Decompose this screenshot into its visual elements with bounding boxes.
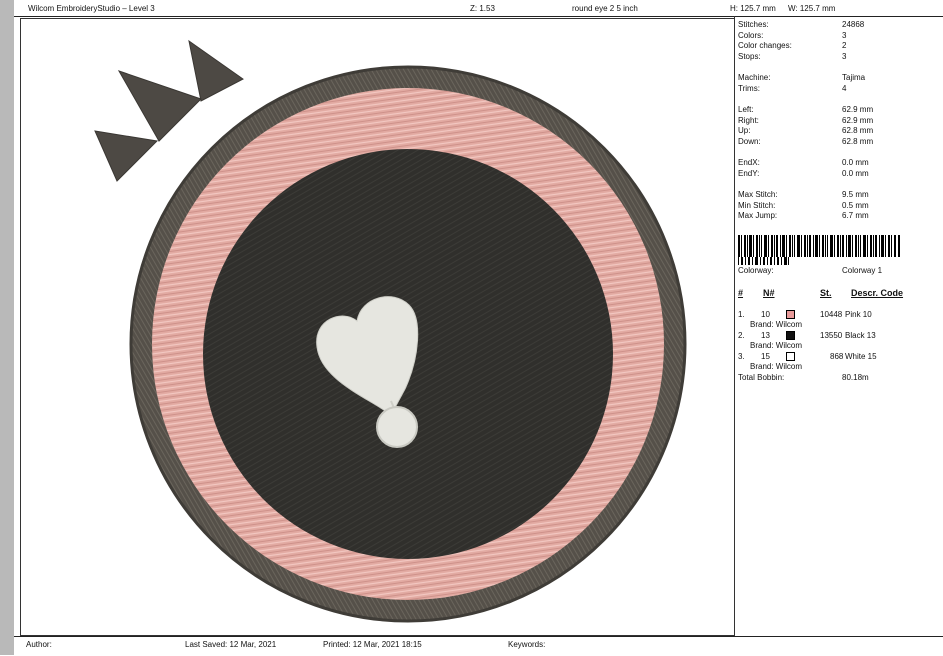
colorway-value: Colorway 1 (842, 266, 883, 275)
stat-row: Left: 62.9 mm (738, 105, 938, 116)
stat-value: 3 (842, 31, 847, 40)
stat-row: Color changes: 2 (738, 41, 938, 52)
color-index: 3. (738, 352, 745, 361)
colorway-label: Colorway: (738, 266, 774, 275)
stat-value: 62.9 mm (842, 105, 874, 114)
stat-label: Max Stitch: (738, 190, 778, 199)
color-row: 1. 10 10448 Pink 10 Brand: Wilcom (738, 310, 938, 330)
stat-value: 62.8 mm (842, 137, 874, 146)
stat-row: Up: 62.8 mm (738, 126, 938, 137)
footer-bar: Author: Last Saved: 12 Mar, 2021 Printed… (14, 636, 943, 656)
col-number-header: N# (763, 288, 775, 298)
stat-value: 24868 (842, 20, 865, 29)
color-stitches: 13550 (820, 331, 843, 340)
color-brand: Brand: Wilcom (750, 362, 803, 371)
dot-highlight (376, 406, 418, 448)
col-stitches-header: St. (820, 288, 832, 298)
color-index: 1. (738, 310, 745, 319)
color-number: 10 (761, 310, 770, 319)
stat-row: Machine: Tajima (738, 73, 938, 84)
color-index: 2. (738, 331, 745, 340)
stat-label: Machine: (738, 73, 771, 82)
color-swatch (786, 310, 795, 319)
keywords-label: Keywords: (508, 640, 546, 649)
left-window-bar (0, 0, 14, 655)
color-swatch (786, 331, 795, 340)
color-descr: White 15 (845, 352, 877, 361)
color-table-header: # N# St. Descr. Code (738, 288, 938, 300)
author-label: Author: (26, 640, 52, 649)
stat-label: Right: (738, 116, 759, 125)
stat-value: Tajima (842, 73, 866, 82)
last-saved: Last Saved: 12 Mar, 2021 (185, 640, 277, 649)
stat-value: 9.5 mm (842, 190, 869, 199)
stat-label: Left: (738, 105, 754, 114)
color-number: 13 (761, 331, 770, 340)
color-descr: Pink 10 (845, 310, 872, 319)
stat-row: Max Jump: 6.7 mm (738, 211, 938, 222)
stat-value: 0.0 mm (842, 158, 869, 167)
color-brand: Brand: Wilcom (750, 341, 803, 350)
total-bobbin-value: 80.18m (842, 373, 869, 382)
panel-divider (734, 16, 735, 636)
col-index-header: # (738, 288, 744, 298)
color-stitches: 10448 (820, 310, 843, 319)
stat-value: 0.5 mm (842, 201, 869, 210)
stat-label: Colors: (738, 31, 764, 40)
stat-row: Down: 62.8 mm (738, 137, 938, 148)
stat-value: 3 (842, 52, 847, 61)
stat-label: Trims: (738, 84, 760, 93)
color-swatch (786, 352, 795, 361)
stat-row: Stops: 3 (738, 52, 938, 63)
design-view[interactable] (20, 18, 735, 636)
color-row: 3. 15 868 White 15 Brand: Wilcom (738, 352, 938, 372)
stat-row: EndY: 0.0 mm (738, 169, 938, 180)
color-number: 15 (761, 352, 770, 361)
embroidery-design (94, 39, 687, 623)
stat-value: 6.7 mm (842, 211, 869, 220)
color-stitches: 868 (830, 352, 844, 361)
stat-label: EndY: (738, 169, 760, 178)
stat-label: EndX: (738, 158, 760, 167)
color-brand: Brand: Wilcom (750, 320, 803, 329)
stat-value: 62.8 mm (842, 126, 874, 135)
design-info-panel: Stitches: 24868 Colors: 3 Color changes: 2 … (738, 20, 938, 420)
colorway-row: Colorway: Colorway 1 (738, 266, 938, 277)
stat-value: 0.0 mm (842, 169, 869, 178)
stat-label: Stops: (738, 52, 761, 61)
stat-label: Color changes: (738, 41, 792, 50)
stat-label: Stitches: (738, 20, 769, 29)
col-descr-header: Descr. Code (851, 288, 904, 298)
stat-value: 4 (842, 84, 847, 93)
stat-label: Down: (738, 137, 761, 146)
printed-date: Printed: 12 Mar, 2021 18:15 (323, 640, 422, 649)
stat-row: Stitches: 24868 (738, 20, 938, 31)
header-bar: Wilcom EmbroideryStudio – Level 3 Z: 1.5… (14, 0, 943, 17)
spike-middle (117, 70, 202, 142)
print-preview-page: Wilcom EmbroideryStudio – Level 3 Z: 1.5… (14, 0, 943, 655)
stat-row: EndX: 0.0 mm (738, 158, 938, 169)
color-descr: Black 13 (845, 331, 876, 340)
total-bobbin-label: Total Bobbin: (738, 373, 785, 382)
stat-label: Up: (738, 126, 751, 135)
zoom-level: Z: 1.53 (470, 4, 495, 13)
design-height: H: 125.7 mm (730, 4, 776, 13)
stat-label: Max Jump: (738, 211, 778, 220)
stat-row: Trims: 4 (738, 84, 938, 95)
barcode-image (738, 235, 900, 265)
design-width: W: 125.7 mm (788, 4, 836, 13)
stat-value: 2 (842, 41, 847, 50)
stat-value: 62.9 mm (842, 116, 874, 125)
color-row: 2. 13 13550 Black 13 Brand: Wilcom (738, 331, 938, 351)
stat-row: Max Stitch: 9.5 mm (738, 190, 938, 201)
design-name: round eye 2 5 inch (572, 4, 638, 13)
spike-lower (94, 130, 159, 182)
app-title: Wilcom EmbroideryStudio – Level 3 (28, 4, 155, 13)
total-bobbin-row: Total Bobbin: 80.18m (738, 373, 938, 384)
stat-label: Min Stitch: (738, 201, 776, 210)
spike-top (188, 39, 244, 102)
